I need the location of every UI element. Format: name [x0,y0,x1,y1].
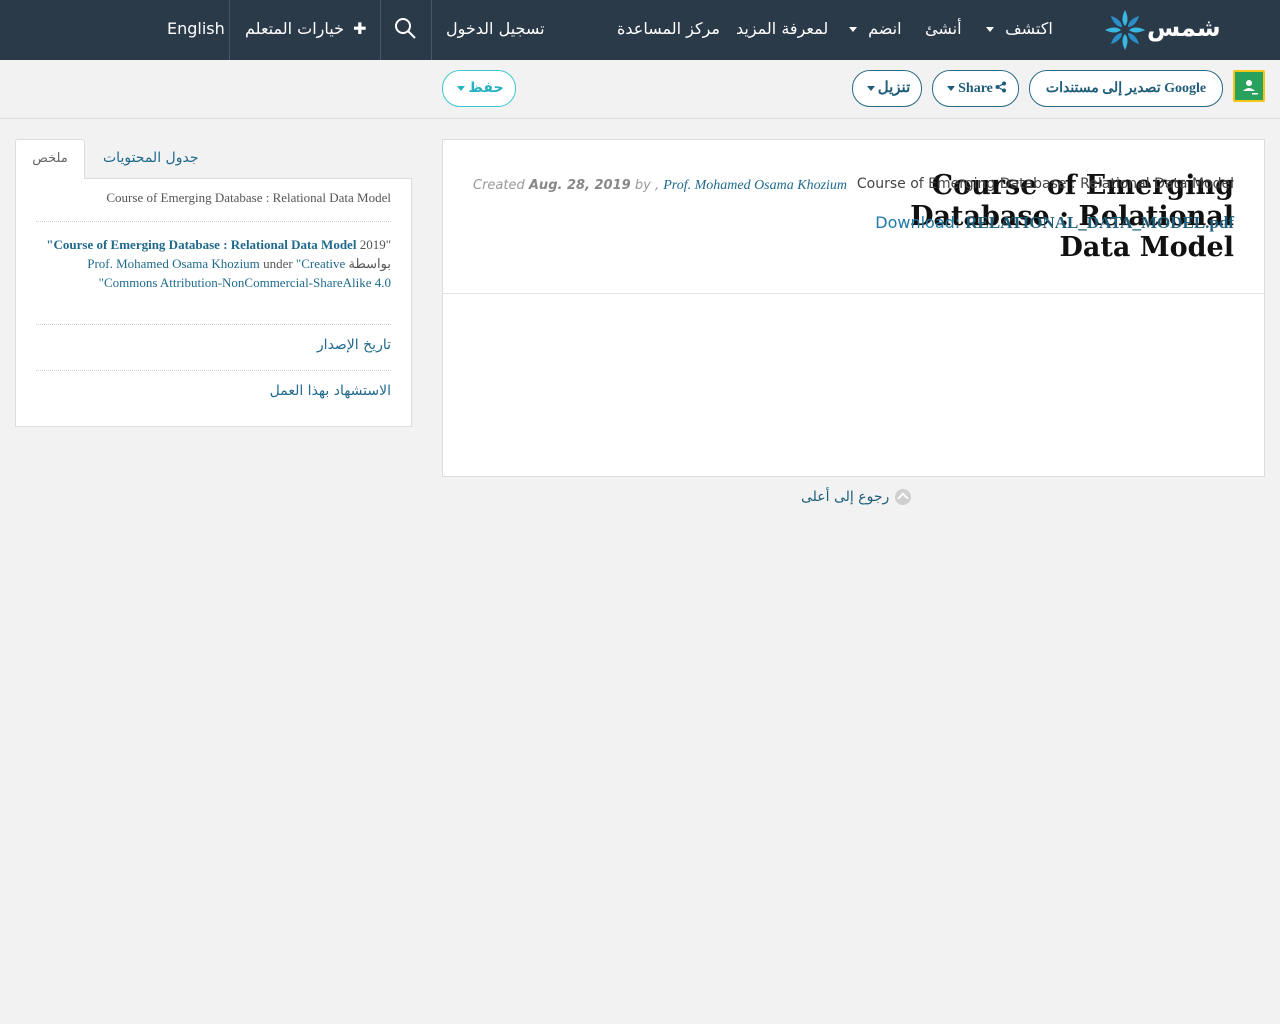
citation-block: "2019 Course of Emerging Database : Rela… [36,235,391,292]
citation-author-link[interactable]: Prof. Mohamed Osama Khozium [87,256,260,271]
chevron-down-icon [986,27,994,32]
join-menu[interactable]: انضم [843,0,902,60]
save-label: حفظ [468,80,504,96]
side-tabs: ملخص جدول المحتويات [15,139,412,179]
download-file-link[interactable]: RELATIONAL_DATA_MODEL.pdf [965,213,1234,232]
explore-label: اكتشف [1005,19,1053,38]
login-link[interactable]: تسجيل الدخول [446,0,545,60]
chevron-down-icon [866,86,875,92]
save-button[interactable]: حفظ [442,70,516,107]
divider [36,221,391,222]
tab-table-of-contents[interactable]: جدول المحتويات [103,139,198,179]
resource-description: Course of Emerging Database : Relational… [856,176,1234,192]
help-center-link[interactable]: مركز المساعدة [617,0,720,60]
search-button[interactable] [393,0,419,60]
summary-panel: Course of Emerging Database : Relational… [15,178,412,427]
release-date-link[interactable]: تاريخ الإصدار [317,337,391,353]
chevron-down-icon [947,86,956,92]
citation-title-link[interactable]: Course of Emerging Database : Relational… [46,237,356,252]
language-switch[interactable]: English [167,0,225,60]
sun-logo-icon [1105,10,1145,50]
back-to-top-label: رجوع إلى أعلى [801,489,890,505]
join-label: انضم [868,19,902,38]
created-label: Created [473,178,525,193]
export-google-docs-button[interactable]: تصدير إلى مستندات Google [1029,70,1223,107]
site-logo[interactable]: شمس [1103,6,1221,54]
classroom-person-icon [1243,80,1258,95]
download-label: تنزيل [877,80,911,96]
author-link[interactable]: Prof. Mohamed Osama Khozium [663,178,847,193]
create-link[interactable]: أنشئ [925,0,962,60]
tab-summary[interactable]: ملخص [15,139,85,179]
cite-work-link[interactable]: الاستشهاد بهذا العمل [270,383,391,399]
arrow-up-circle-icon [895,489,912,505]
share-icon [995,81,1006,93]
by-label: by [634,178,651,193]
top-navbar: English خيارات المتعلم ✚ تسجيل الدخول مر… [0,0,1280,60]
back-to-top-link[interactable]: رجوع إلى أعلى [801,489,912,505]
logo-text: شمس [1147,14,1221,42]
search-icon [395,17,416,39]
share-label: Share [958,81,993,96]
chevron-down-icon [457,85,466,91]
export-google-label: تصدير إلى مستندات Google [1045,81,1207,96]
chevron-down-icon [849,27,857,32]
created-date: Aug. 28, 2019 [528,178,631,193]
google-classroom-icon[interactable] [1233,70,1265,102]
learn-more-link[interactable]: لمعرفة المزيد [736,0,828,60]
explore-menu[interactable]: اكتشف [980,0,1053,60]
summary-text: Course of Emerging Database : Relational… [106,190,391,205]
nav-divider [229,0,230,60]
citation-under: under [263,256,293,271]
download-row: Download: RELATIONAL_DATA_MODEL.pdf [875,213,1234,233]
plus-icon: ✚ [353,19,367,38]
nav-divider [380,0,381,60]
meta-comma: , [654,178,660,193]
download-prefix: Download: [875,213,961,232]
resource-meta: Created Aug. 28, 2019 by , Prof. Mohamed… [473,178,847,194]
citation-year: "2019 [359,237,391,252]
share-button[interactable]: Share [932,70,1019,107]
learner-options-button[interactable]: خيارات المتعلم ✚ [245,0,366,60]
divider [36,324,391,325]
download-button[interactable]: تنزيل [852,70,922,107]
nav-divider [431,0,432,60]
citation-by: بواسطة [348,256,391,271]
divider [36,370,391,371]
learner-options-label: خيارات المتعلم [245,19,344,38]
